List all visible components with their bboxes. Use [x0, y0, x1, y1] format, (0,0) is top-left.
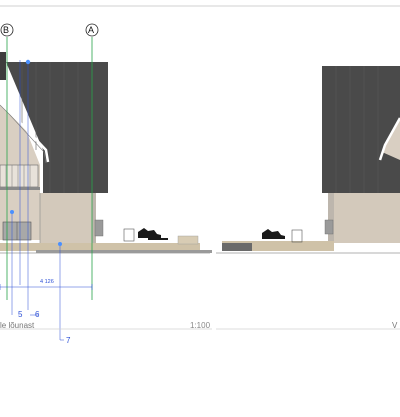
terrace [0, 243, 200, 251]
elevation-drawing [0, 5, 400, 341]
detail-tag-5[interactable]: 5 [18, 310, 22, 319]
right-side-wall [334, 193, 400, 243]
chimney [0, 52, 6, 80]
dimension-label: 4 126 [40, 279, 54, 285]
view-title-right: V [392, 321, 398, 330]
grid-marker-a[interactable]: A [88, 25, 94, 35]
detail-tag-6[interactable]: 6 [35, 310, 39, 319]
right-deck-chairs [262, 229, 285, 239]
detail-tag-7[interactable]: 7 [66, 336, 70, 345]
left-house-elevation[interactable] [0, 52, 212, 254]
side-wall [40, 193, 92, 243]
view-scale-left: 1:100 [190, 321, 211, 330]
balcony [0, 164, 39, 188]
right-house-elevation[interactable] [216, 66, 400, 254]
drawing-canvas[interactable]: B A 4 126 5 6 7 le lõunast 1:100 V [0, 0, 400, 412]
deck-chairs [138, 228, 168, 240]
view-title-left: le lõunast [0, 321, 35, 330]
right-roof [322, 66, 400, 193]
grid-marker-b[interactable]: B [3, 25, 9, 35]
